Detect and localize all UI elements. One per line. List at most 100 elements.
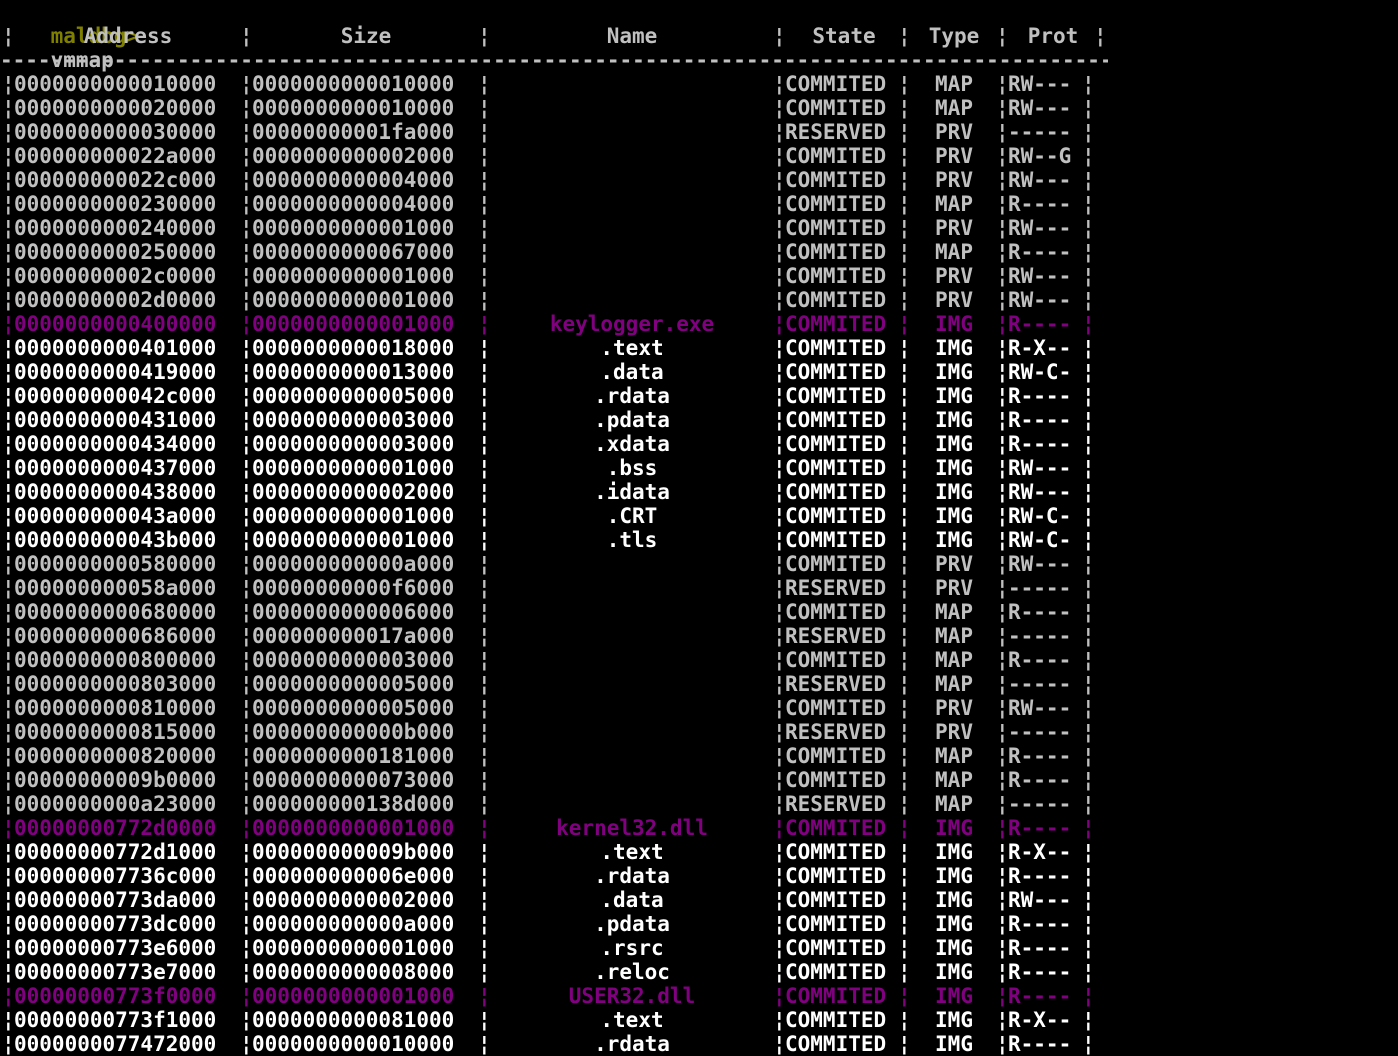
cell-address: 0000000000020000 — [14, 96, 217, 120]
column-separator: ¦ — [1094, 24, 1107, 48]
cell-state: COMMITED — [785, 648, 887, 672]
cell-address: 00000000773dc000 — [14, 912, 217, 936]
cell-state: COMMITED — [785, 432, 887, 456]
cell-name — [490, 624, 774, 648]
cell-type: PRV — [935, 216, 973, 240]
cell-state: RESERVED — [785, 720, 887, 744]
cell-size: 0000000000001000 — [252, 504, 455, 528]
cell-type: MAP — [935, 624, 973, 648]
column-separator: ¦ — [773, 168, 786, 192]
column-separator: ¦ — [2, 672, 15, 696]
cell-state: COMMITED — [785, 1008, 887, 1032]
cell-state: COMMITED — [785, 960, 887, 984]
terminal-window[interactable]: maldbg> vmmap ¦ Address ¦ Size ¦ Name ¦ … — [0, 0, 1398, 1056]
cell-state: COMMITED — [785, 96, 887, 120]
column-separator: ¦ — [773, 360, 786, 384]
cell-name: .rdata — [594, 384, 670, 408]
column-separator: ¦ — [773, 336, 786, 360]
column-separator: ¦ — [2, 168, 15, 192]
column-separator: ¦ — [773, 72, 786, 96]
table-row: ¦ ¦ ¦ ¦ ¦ ¦ ¦ 0000000000815000 000000000000b000 R… — [0, 720, 1108, 744]
header-size: Size — [340, 24, 392, 48]
cell-prot: RW--- — [1008, 168, 1072, 192]
cell-address: 000000000022a000 — [14, 144, 217, 168]
column-separator: ¦ — [2, 312, 15, 336]
cell-name — [490, 744, 774, 768]
cell-name: .rdata — [594, 864, 670, 888]
column-separator: ¦ — [773, 912, 786, 936]
table-row: ¦ ¦ ¦ ¦ ¦ ¦ ¦ 000000000022c000 0000000000004000 C… — [0, 168, 1108, 192]
table-row: ¦ ¦ ¦ ¦ ¦ ¦ ¦ 00000000009b0000 0000000000073000 C… — [0, 768, 1108, 792]
cell-size: 0000000000001000 — [252, 528, 455, 552]
cell-type: IMG — [935, 840, 973, 864]
cell-name — [490, 288, 774, 312]
column-separator: ¦ — [2, 96, 15, 120]
table-row: ¦ ¦ ¦ ¦ ¦ ¦ ¦ 0000000000020000 0000000000010000 C… — [0, 96, 1108, 120]
cell-state: COMMITED — [785, 288, 887, 312]
cell-state: COMMITED — [785, 864, 887, 888]
column-separator: ¦ — [773, 720, 786, 744]
cell-type: IMG — [935, 504, 973, 528]
column-separator: ¦ — [773, 864, 786, 888]
table-row: ¦ ¦ ¦ ¦ ¦ ¦ ¦ 0000000000803000 0000000000005000 R… — [0, 672, 1108, 696]
cell-prot: R---- — [1008, 312, 1072, 336]
table-row: ¦ ¦ ¦ ¦ ¦ ¦ ¦ 0000000077472000 0000000000010000.… — [0, 1032, 1108, 1056]
cell-prot: ----- — [1008, 576, 1072, 600]
cell-name — [490, 696, 774, 720]
cell-type: PRV — [935, 720, 973, 744]
cell-state: COMMITED — [785, 408, 887, 432]
cell-address: 00000000773f0000 — [14, 984, 217, 1008]
table-row: ¦ ¦ ¦ ¦ ¦ ¦ ¦ 000000000043a000 0000000000001000.… — [0, 504, 1108, 528]
cell-size: 0000000000004000 — [252, 168, 455, 192]
cell-prot: R---- — [1008, 432, 1072, 456]
cell-address: 0000000000400000 — [14, 312, 217, 336]
cell-address: 00000000773da000 — [14, 888, 217, 912]
cell-type: IMG — [935, 816, 973, 840]
cell-address: 0000000000437000 — [14, 456, 217, 480]
column-separator: ¦ — [2, 264, 15, 288]
table-row: ¦ ¦ ¦ ¦ ¦ ¦ ¦ 0000000000820000 0000000000181000 C… — [0, 744, 1108, 768]
cell-name: kernel32.dll — [556, 816, 708, 840]
cell-address: 0000000000250000 — [14, 240, 217, 264]
cell-prot: R---- — [1008, 912, 1072, 936]
column-separator: ¦ — [2, 336, 15, 360]
table-row: ¦ ¦ ¦ ¦ ¦ ¦ ¦ 000000007736c000 000000000006e000.… — [0, 864, 1108, 888]
cell-state: COMMITED — [785, 144, 887, 168]
cell-type: MAP — [935, 768, 973, 792]
table-row: ¦ ¦ ¦ ¦ ¦ ¦ ¦ 000000000022a000 0000000000002000 C… — [0, 144, 1108, 168]
cell-name: .text — [600, 1008, 664, 1032]
column-separator: ¦ — [2, 144, 15, 168]
cell-address: 0000000000820000 — [14, 744, 217, 768]
column-separator: ¦ — [773, 552, 786, 576]
column-separator: ¦ — [2, 936, 15, 960]
cell-prot: RW-C- — [1008, 528, 1072, 552]
cell-state: COMMITED — [785, 600, 887, 624]
cell-name — [490, 72, 774, 96]
column-separator: ¦ — [2, 816, 15, 840]
cell-size: 0000000000006000 — [252, 600, 455, 624]
column-separator: ¦ — [773, 984, 786, 1008]
cell-size: 0000000000010000 — [252, 72, 455, 96]
cell-prot: R---- — [1008, 960, 1072, 984]
cell-type: IMG — [935, 864, 973, 888]
cell-state: COMMITED — [785, 912, 887, 936]
cell-state: COMMITED — [785, 1032, 887, 1056]
cell-type: IMG — [935, 936, 973, 960]
cell-type: MAP — [935, 240, 973, 264]
cell-prot: ----- — [1008, 672, 1072, 696]
table-row: ¦ ¦ ¦ ¦ ¦ ¦ ¦ 0000000000a23000 000000000138d000 R… — [0, 792, 1108, 816]
cell-name — [490, 168, 774, 192]
cell-prot: RW--- — [1008, 696, 1072, 720]
table-row: ¦ ¦ ¦ ¦ ¦ ¦ ¦ 00000000773e7000 0000000000008000.… — [0, 960, 1108, 984]
cell-state: COMMITED — [785, 984, 887, 1008]
column-separator: ¦ — [2, 576, 15, 600]
cell-size: 0000000000005000 — [252, 672, 455, 696]
cell-type: MAP — [935, 672, 973, 696]
cell-type: MAP — [935, 96, 973, 120]
column-separator: ¦ — [773, 288, 786, 312]
cell-type: IMG — [935, 408, 973, 432]
cell-name: .text — [600, 840, 664, 864]
cell-size: 0000000000001000 — [252, 216, 455, 240]
cell-state: RESERVED — [785, 624, 887, 648]
column-separator: ¦ — [2, 456, 15, 480]
